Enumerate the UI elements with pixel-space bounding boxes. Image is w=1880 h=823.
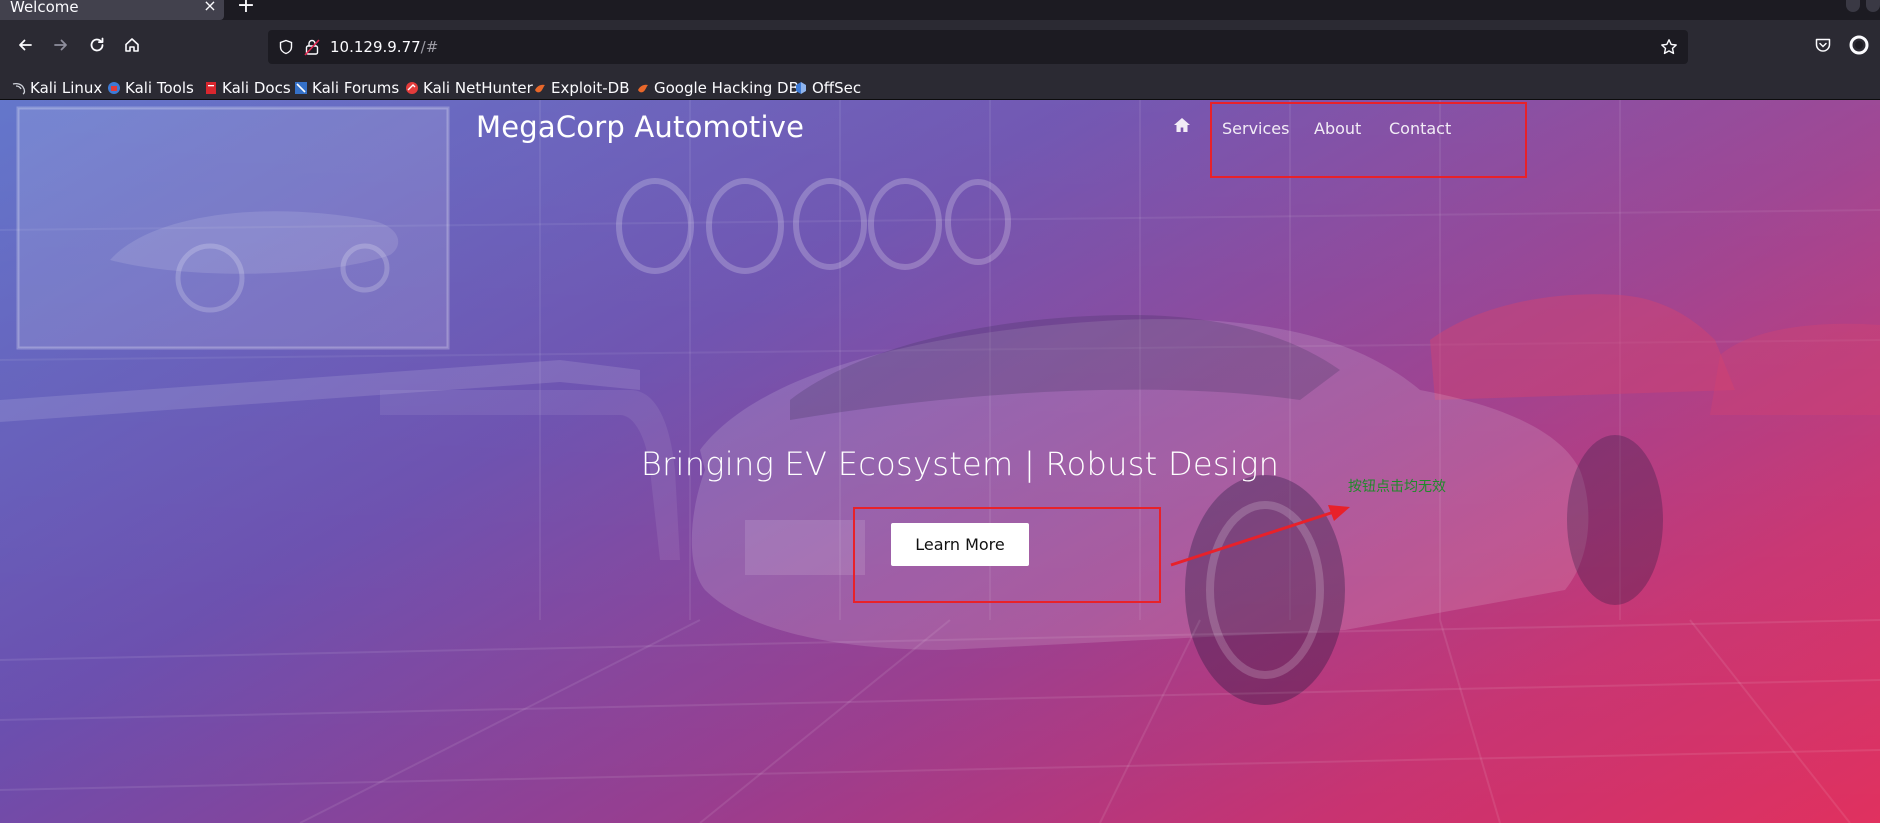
home-outline-icon — [125, 38, 139, 52]
address-bar[interactable]: 10.129.9.77/# — [268, 30, 1688, 64]
bookmark-label: OffSec — [812, 79, 862, 97]
reload-button[interactable] — [84, 32, 110, 58]
bookmark-label: Exploit-DB — [551, 79, 630, 97]
home-icon[interactable] — [1173, 117, 1191, 133]
kali-tools-icon — [108, 82, 120, 94]
forward-button[interactable] — [48, 32, 74, 58]
button-highlight-box — [853, 507, 1161, 603]
pocket-button[interactable] — [1810, 32, 1836, 58]
window-close-icon[interactable] — [1866, 0, 1880, 12]
ghdb-icon — [638, 84, 648, 93]
tab-close-icon[interactable]: × — [200, 0, 220, 16]
bookmark-exploit-db[interactable]: Exploit-DB — [533, 78, 630, 98]
back-button[interactable] — [12, 32, 38, 58]
nav-highlight-box — [1210, 102, 1527, 178]
insecure-lock-icon[interactable] — [304, 38, 320, 56]
bookmark-label: Kali Linux — [30, 79, 103, 97]
new-tab-button[interactable]: + — [236, 0, 256, 18]
web-page: MegaCorp Automotive Services About Conta… — [0, 100, 1880, 823]
bookmark-kali-tools[interactable]: Kali Tools — [107, 78, 194, 98]
bookmark-label: Kali Forums — [312, 79, 400, 97]
active-tab[interactable]: Welcome × — [0, 0, 224, 20]
url-text[interactable]: 10.129.9.77/# — [330, 38, 438, 56]
bookmark-label: Kali Tools — [125, 79, 194, 97]
tab-title: Welcome — [10, 0, 79, 16]
kali-forums-icon — [295, 82, 307, 94]
arrow-right-icon — [54, 39, 67, 51]
shield-icon[interactable] — [278, 39, 294, 55]
offsec-icon — [796, 82, 806, 94]
bookmark-offsec[interactable]: OffSec — [794, 78, 861, 98]
url-path: /# — [420, 38, 439, 56]
kali-dragon-icon — [12, 82, 26, 95]
bookmark-kali-nethunter[interactable]: Kali NetHunter — [405, 78, 533, 98]
bookmark-kali-forums[interactable]: Kali Forums — [294, 78, 399, 98]
bookmarks-toolbar: Kali Linux Kali Tools Kali Docs Kali For… — [0, 74, 1880, 100]
account-circle-icon — [1849, 35, 1869, 55]
bookmark-google-hacking-db[interactable]: Google Hacking DB — [636, 78, 799, 98]
arrow-left-icon — [19, 39, 32, 51]
tab-strip: Welcome × + — [0, 0, 1880, 20]
pocket-icon — [1815, 38, 1831, 52]
kali-docs-icon — [206, 82, 216, 94]
annotation-note: 按钮点击均无效 — [1348, 479, 1446, 495]
annotation-arrow-icon — [1170, 505, 1350, 567]
hero-title: Bringing EV Ecosystem | Robust Design — [640, 445, 1280, 483]
site-brand-logo[interactable]: MegaCorp Automotive — [476, 110, 804, 144]
account-button[interactable] — [1846, 32, 1872, 58]
bookmark-kali-linux[interactable]: Kali Linux — [12, 78, 102, 98]
exploit-db-icon — [535, 84, 545, 93]
bookmark-label: Kali Docs — [222, 79, 291, 97]
bookmark-kali-docs[interactable]: Kali Docs — [204, 78, 291, 98]
nethunter-icon — [406, 82, 418, 94]
reload-icon — [90, 37, 104, 52]
home-button[interactable] — [119, 32, 145, 58]
bookmark-label: Kali NetHunter — [423, 79, 533, 97]
bookmark-star-icon[interactable] — [1660, 38, 1678, 56]
browser-toolbar: 10.129.9.77/# — [0, 20, 1880, 74]
window-minimize-icon[interactable] — [1846, 0, 1860, 12]
url-host: 10.129.9.77 — [330, 38, 421, 56]
bookmark-label: Google Hacking DB — [654, 79, 799, 97]
